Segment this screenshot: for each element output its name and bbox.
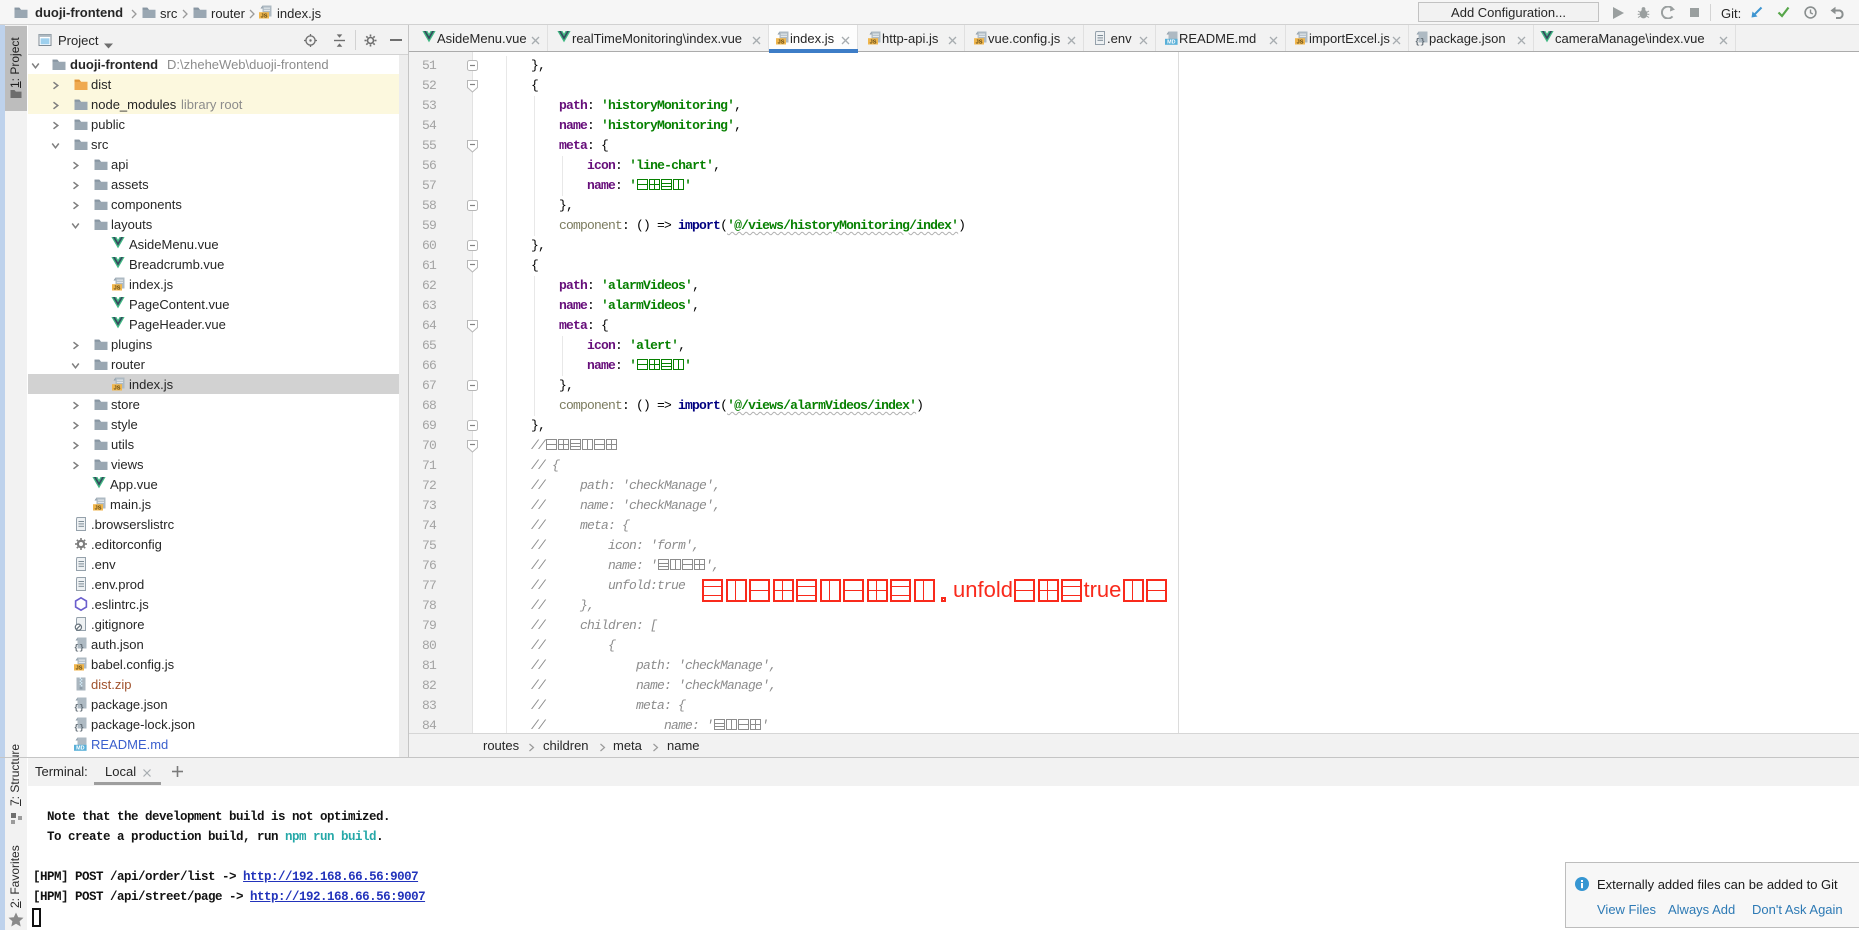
svg-text:JS: JS bbox=[76, 665, 83, 671]
svg-text:MD: MD bbox=[76, 746, 84, 752]
svg-text:{}: {} bbox=[74, 723, 84, 732]
svg-text:JS: JS bbox=[114, 385, 121, 391]
svg-text:JS: JS bbox=[870, 39, 877, 45]
svg-text:JS: JS bbox=[1297, 39, 1304, 45]
svg-text:JS: JS bbox=[261, 13, 268, 19]
svg-text:{}: {} bbox=[74, 643, 84, 652]
svg-text:{}: {} bbox=[74, 703, 84, 712]
svg-text:JS: JS bbox=[114, 285, 121, 291]
svg-text:JS: JS bbox=[976, 39, 983, 45]
svg-text:JS: JS bbox=[95, 505, 102, 511]
svg-text:MD: MD bbox=[1167, 40, 1175, 46]
svg-text:{}: {} bbox=[1415, 37, 1425, 46]
svg-text:JS: JS bbox=[778, 39, 785, 45]
